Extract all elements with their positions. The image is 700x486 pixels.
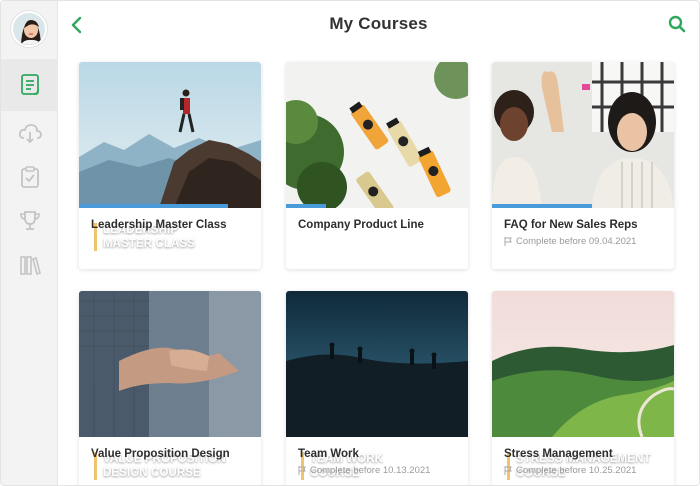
course-progress-bar: [492, 204, 593, 208]
library-icon: [19, 256, 41, 276]
course-title: Value Proposition Design: [91, 448, 230, 460]
sidebar-item-courses[interactable]: [1, 59, 58, 111]
course-title: Stress Management: [504, 448, 613, 460]
course-card-faq[interactable]: FAQ for New Sales Reps Complete before 0…: [492, 62, 674, 269]
course-card-leadership[interactable]: LEADERSHIP MASTER CLASS Leadership Master…: [79, 62, 261, 269]
cloud-download-icon: [18, 124, 42, 144]
app-window: My Courses LEADERSHIP MASTER CLASS Leade…: [0, 0, 700, 486]
course-due-date: Complete before 09.04.2021: [504, 236, 636, 247]
course-due-date: Complete before 10.25.2021: [504, 465, 636, 476]
course-thumbnail: [286, 291, 468, 437]
course-thumbnail: [492, 291, 674, 437]
course-thumbnail: [79, 62, 261, 208]
course-card-stress-management[interactable]: STRESS MANAGEMENT COURSE Stress Managemen…: [492, 291, 674, 485]
trophy-icon: [19, 211, 40, 230]
page-title: My Courses: [329, 14, 428, 33]
avatar[interactable]: [11, 11, 47, 47]
course-title: FAQ for New Sales Reps: [504, 219, 638, 231]
course-title: Team Work: [298, 448, 359, 460]
course-card-team-work[interactable]: TEAM WORK COURSE Team Work Complete befor…: [286, 291, 468, 485]
course-due-date: Complete before 10.13.2021: [298, 465, 430, 476]
due-date-text: Complete before 10.13.2021: [310, 465, 431, 476]
course-thumbnail: [286, 62, 468, 208]
course-progress-bar: [79, 204, 229, 208]
search-button[interactable]: [665, 12, 689, 36]
due-date-text: Complete before 10.25.2021: [516, 465, 637, 476]
flag-icon: [504, 237, 512, 246]
course-card-product-line[interactable]: Company Product Line: [286, 62, 468, 269]
course-thumbnail: [79, 291, 261, 437]
courses-icon: [20, 74, 39, 95]
search-icon: [668, 15, 686, 33]
flag-icon: [298, 466, 306, 475]
sidebar: [1, 1, 58, 485]
course-title: Company Product Line: [298, 219, 424, 231]
flag-icon: [504, 466, 512, 475]
course-title: Leadership Master Class: [91, 219, 227, 231]
course-card-value-proposition[interactable]: VALUE PROPOSITION DESIGN COURSE Value Pro…: [79, 291, 261, 485]
clipboard-check-icon: [20, 166, 39, 188]
course-progress-bar: [286, 204, 327, 208]
course-thumbnail: [492, 62, 674, 208]
sidebar-item-library[interactable]: [1, 239, 58, 291]
due-date-text: Complete before 09.04.2021: [516, 236, 637, 247]
